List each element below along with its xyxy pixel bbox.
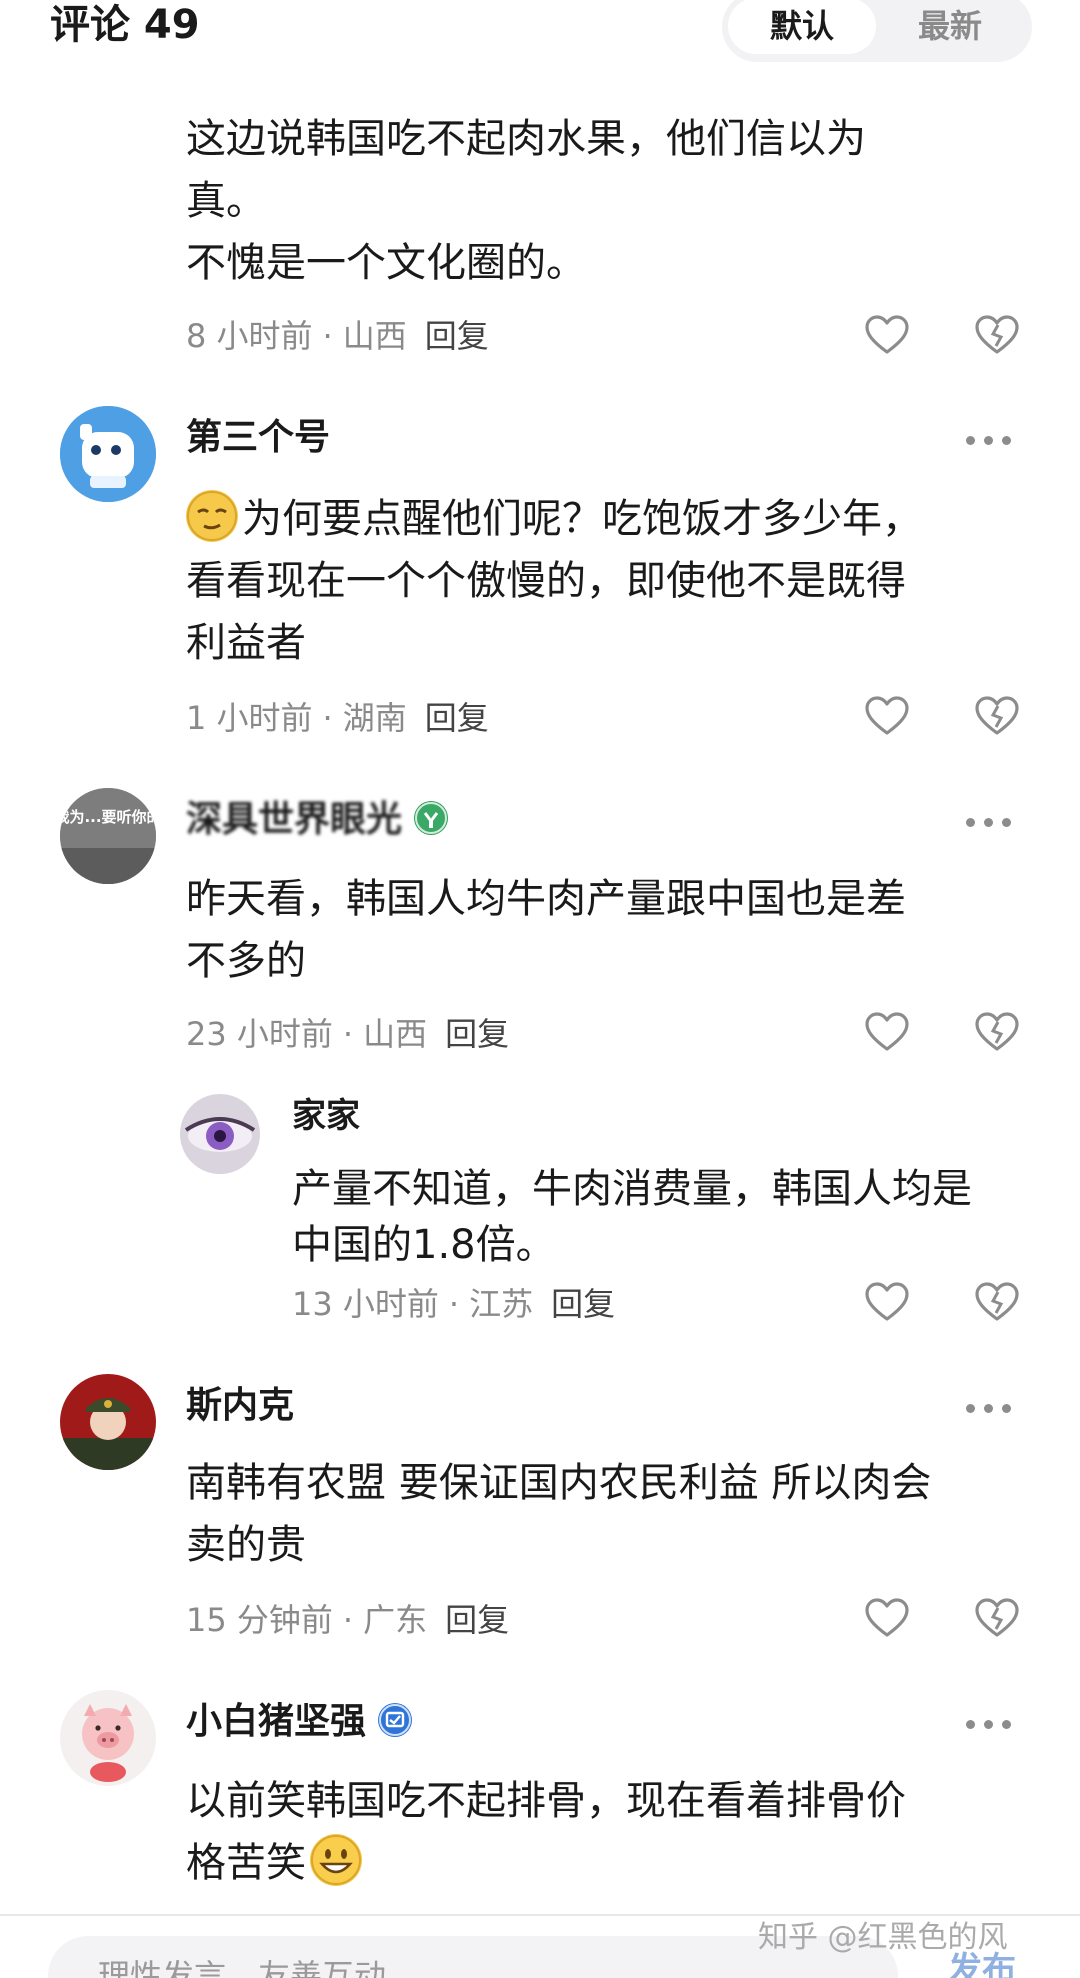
comment-text-line: 格苦笑 xyxy=(186,1832,366,1894)
smug-emoji-icon xyxy=(186,490,238,542)
broken-heart-icon xyxy=(975,315,1019,354)
dot xyxy=(966,1404,975,1413)
reply-button[interactable]: 回复 xyxy=(445,1015,509,1053)
heart-icon xyxy=(865,1012,909,1051)
dislike-button[interactable] xyxy=(974,694,1020,740)
comment-text-line: 不愧是一个文化圈的。 xyxy=(186,240,586,286)
broken-heart-icon xyxy=(975,1598,1019,1637)
watermark: 知乎 @红黑色的风 xyxy=(758,1920,1008,1955)
broken-heart-icon xyxy=(975,696,1019,735)
dot xyxy=(984,1404,993,1413)
more-options-button[interactable] xyxy=(964,1714,1014,1734)
like-button[interactable] xyxy=(864,1280,910,1326)
dot xyxy=(1002,1720,1011,1729)
reply-button[interactable]: 回复 xyxy=(445,1601,509,1639)
username[interactable]: 家家 xyxy=(292,1094,360,1138)
avatar-robot-icon xyxy=(60,406,156,502)
heart-icon xyxy=(865,1282,909,1321)
avatar-text: 我为...要听你的 xyxy=(60,808,156,826)
username[interactable]: 小白猪坚强 xyxy=(186,1700,413,1744)
avatar-eye-image xyxy=(180,1094,260,1174)
more-options-button[interactable] xyxy=(964,812,1014,832)
comment-meta: 8 小时前 · 山西 回复 xyxy=(186,317,489,355)
avatar-soldier-image xyxy=(60,1374,156,1470)
comment-text-line: 昨天看，韩国人均牛肉产量跟中国也是差 xyxy=(186,876,906,922)
comment-text-line: 中国的1.8倍。 xyxy=(292,1222,556,1268)
comment-text-line: 真。 xyxy=(186,178,266,224)
comments-page: 评论 49 默认 最新 这边说韩国吃不起肉水果，他们信以为 真。 不愧是一个文化… xyxy=(0,0,1080,1978)
sort-toggle: 默认 最新 xyxy=(722,0,1032,62)
comment-text-line: 产量不知道，牛肉消费量，韩国人均是 xyxy=(292,1166,972,1212)
reply-button[interactable]: 回复 xyxy=(425,699,489,737)
comments-header: 评论 49 默认 最新 xyxy=(0,0,1080,74)
comment-text-line: 不多的 xyxy=(186,938,306,984)
comment-text-line: 利益者 xyxy=(186,620,306,666)
comment-time: 13 小时前 xyxy=(292,1285,439,1323)
comment-location: 广东 xyxy=(363,1601,428,1639)
avatar[interactable] xyxy=(180,1094,260,1174)
broken-heart-icon xyxy=(975,1012,1019,1051)
dot xyxy=(1002,818,1011,827)
comment-text-line: 以前笑韩国吃不起排骨，现在看着排骨价 xyxy=(186,1778,906,1824)
comment-text-line: 南韩有农盟 要保证国内农民利益 所以肉会 xyxy=(186,1460,932,1506)
username[interactable]: 深具世界眼光 xyxy=(186,798,449,842)
avatar-pig-image xyxy=(60,1690,156,1786)
dislike-button[interactable] xyxy=(974,1596,1020,1642)
dot xyxy=(984,818,993,827)
comment-location: 山西 xyxy=(342,317,407,355)
comment-meta: 15 分钟前 · 广东 回复 xyxy=(186,1601,510,1639)
comment-time: 15 分钟前 xyxy=(186,1601,333,1639)
heart-icon xyxy=(865,1598,909,1637)
reply-button[interactable]: 回复 xyxy=(551,1285,615,1323)
heart-icon xyxy=(865,696,909,735)
heart-icon xyxy=(865,315,909,354)
dislike-button[interactable] xyxy=(974,1280,1020,1326)
like-button[interactable] xyxy=(864,1010,910,1056)
comment-text-line: 为何要点醒他们呢？吃饱饭才多少年， xyxy=(186,488,922,550)
dot xyxy=(984,1720,993,1729)
dot xyxy=(1002,1404,1011,1413)
dot xyxy=(1002,436,1011,445)
comment-text-line: 这边说韩国吃不起肉水果，他们信以为 xyxy=(186,116,866,162)
avatar[interactable] xyxy=(60,1374,156,1470)
avatar[interactable] xyxy=(60,1690,156,1786)
comment-text-line: 卖的贵 xyxy=(186,1522,306,1568)
dot xyxy=(966,436,975,445)
dot xyxy=(966,1720,975,1729)
reply-button[interactable]: 回复 xyxy=(425,317,489,355)
creator-badge-icon xyxy=(378,1703,413,1737)
like-button[interactable] xyxy=(864,313,910,359)
comment-location: 江苏 xyxy=(469,1285,534,1323)
comment-meta: 1 小时前 · 湖南 回复 xyxy=(186,699,489,737)
comment-text-line: 看看现在一个个傲慢的，即使他不是既得 xyxy=(186,558,906,604)
more-options-button[interactable] xyxy=(964,1398,1014,1418)
comment-time: 23 小时前 xyxy=(186,1015,333,1053)
username[interactable]: 斯内克 xyxy=(186,1384,294,1428)
dot xyxy=(984,436,993,445)
dislike-button[interactable] xyxy=(974,313,1020,359)
username[interactable]: 第三个号 xyxy=(186,416,330,460)
like-button[interactable] xyxy=(864,1596,910,1642)
comment-location: 山西 xyxy=(363,1015,428,1053)
comments-title: 评论 49 xyxy=(50,2,200,48)
comment-time: 8 小时前 xyxy=(186,317,313,355)
comment-location: 湖南 xyxy=(342,699,407,737)
avatar-image: 我为...要听你的 xyxy=(60,788,156,884)
dot xyxy=(966,818,975,827)
comment-meta: 13 小时前 · 江苏 回复 xyxy=(292,1285,616,1323)
verified-badge-icon xyxy=(414,801,449,835)
avatar[interactable] xyxy=(60,406,156,502)
grin-emoji-icon xyxy=(310,1834,362,1886)
sort-default-tab[interactable]: 默认 xyxy=(728,0,876,54)
comment-meta: 23 小时前 · 山西 回复 xyxy=(186,1015,510,1053)
comment-time: 1 小时前 xyxy=(186,699,313,737)
sort-latest-tab[interactable]: 最新 xyxy=(876,0,1024,54)
broken-heart-icon xyxy=(975,1282,1019,1321)
dislike-button[interactable] xyxy=(974,1010,1020,1056)
like-button[interactable] xyxy=(864,694,910,740)
more-options-button[interactable] xyxy=(964,430,1014,450)
avatar[interactable]: 我为...要听你的 xyxy=(60,788,156,884)
